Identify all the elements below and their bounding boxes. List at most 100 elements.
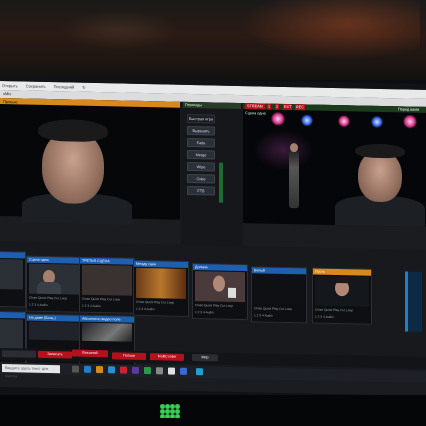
input-title: Пусть (313, 268, 371, 276)
tile-numbers[interactable]: 1 2 3 4 Audio (29, 303, 79, 310)
app-icon[interactable] (132, 366, 139, 374)
multicorder-button[interactable]: MultiCorder (150, 353, 184, 361)
stream-2[interactable]: 2 (275, 103, 280, 110)
merge-button[interactable]: Merge (187, 149, 215, 160)
app-icon[interactable] (156, 367, 163, 375)
screen: Открыть Сохранить Последний ↻ vMix Превь… (0, 81, 426, 396)
input-title: ТРЕТЬЯ СЦЕНА (80, 257, 134, 265)
menu-last[interactable]: Последний (54, 84, 75, 89)
stage-light-blue (301, 114, 313, 127)
monitor-bezel (0, 395, 426, 426)
input-thumbnail (136, 267, 186, 299)
input-thumbnail (82, 322, 132, 342)
tile-numbers[interactable]: 1 2 3 4 Audio (315, 315, 369, 322)
input-title: Белый (252, 267, 306, 275)
stage-light-pink-2 (338, 115, 350, 128)
task-view-icon[interactable] (72, 365, 79, 373)
thumb-cap (335, 278, 349, 284)
input-thumbnail (0, 258, 23, 290)
app-icon[interactable] (180, 367, 187, 375)
ext-status[interactable]: EXT (283, 103, 293, 111)
fade-button[interactable]: Fade (187, 137, 215, 148)
quick-play-label[interactable]: Быстрая игра (187, 113, 215, 124)
input-thumbnail (82, 264, 132, 296)
status-leds (160, 404, 180, 418)
transition-controls: Переходы Быстрая игра Вырезать Fade Merg… (181, 101, 243, 254)
tile-controls[interactable]: Close Quick Play Cut Loop (315, 308, 369, 315)
input-thumbnail (0, 318, 23, 350)
input-title: Сцена одна (27, 256, 81, 264)
transitions-header: Переходы (183, 101, 241, 110)
thumb-object (228, 287, 236, 298)
ftb-button[interactable]: FTB (187, 185, 215, 196)
output-scene-label: Сцена одна (245, 111, 266, 116)
thumb-person (213, 275, 225, 292)
tile-controls[interactable]: Close Quick Play Cut Loop (195, 303, 245, 310)
input-tile[interactable]: Долина Close Quick Play Cut Loop 1 2 3 4… (192, 263, 248, 321)
person-cap (38, 118, 108, 143)
tile-numbers[interactable]: 1 2 3 4 Audio (82, 304, 132, 311)
input-tile[interactable]: Белый Close Quick Play Cut Loop 1 2 3 4 … (251, 266, 307, 324)
tile-numbers[interactable]: 1 2 3 4 Audio (254, 313, 304, 320)
input-thumbnail (29, 321, 79, 341)
stage-light-pink-3 (403, 114, 417, 129)
input-thumbnail (195, 271, 245, 303)
stage-light-glow (240, 0, 420, 60)
tile-controls[interactable]: Close Quick Play Cut Loop (29, 296, 79, 303)
preview-label: Превью (3, 99, 18, 105)
output-right-label: Перед вами (398, 107, 420, 112)
stream-status[interactable]: STREAM (245, 103, 265, 110)
ambient-glow (60, 10, 180, 50)
t-bar-slider[interactable] (219, 162, 223, 203)
input-tile[interactable]: Пусть Close Quick Play Cut Loop 1 2 3 4 … (312, 267, 372, 325)
edge-icon[interactable] (84, 365, 91, 373)
preview-panel[interactable]: Превью (0, 98, 180, 225)
input-title (0, 311, 25, 319)
input-thumbnail (315, 275, 369, 307)
record-button[interactable]: Записать (38, 350, 72, 359)
input-thumbnail (254, 274, 304, 306)
tile-controls[interactable]: Close Quick Play Cut Loop (82, 297, 132, 304)
tile-numbers[interactable]: 1 2 3 4 Audio (136, 307, 186, 314)
app-icon[interactable] (144, 367, 151, 375)
menu-save[interactable]: Сохранить (26, 84, 46, 89)
app-title: vMix (3, 91, 12, 97)
input-title: На даже (Боль.) (27, 314, 81, 322)
input-thumbnail (29, 263, 79, 295)
presenter-head (290, 143, 298, 153)
stage-light-pink (271, 111, 285, 126)
input-title: Абсолютно видео поле (80, 315, 134, 323)
input-title: Между сцен (134, 260, 188, 268)
app-icon[interactable] (168, 367, 175, 375)
tile-numbers[interactable]: 1 2 3 4 Audio (195, 310, 245, 317)
output-panel[interactable]: STREAM 1 2 EXT REC Перед вами Сцена одна (243, 103, 426, 227)
refresh-icon[interactable]: ↻ (82, 85, 85, 90)
tile-controls[interactable]: Close Quick Play Cut Loop (254, 306, 304, 313)
rec-status[interactable]: REC (295, 104, 306, 111)
world-button[interactable]: Мир (192, 354, 218, 362)
media-icon[interactable] (120, 366, 127, 374)
input-tile[interactable]: Сцена одна Close Quick Play Cut Loop 1 2… (26, 255, 82, 313)
wipe-button[interactable]: Wipe (187, 161, 215, 172)
vmix-icon[interactable] (196, 368, 203, 376)
audio-meter[interactable] (405, 271, 422, 332)
tile-controls[interactable]: Close Quick Play Cut Loop (136, 300, 186, 307)
monitor: Открыть Сохранить Последний ↻ vMix Превь… (0, 75, 426, 404)
menu-open[interactable]: Открыть (2, 83, 18, 88)
external-button[interactable]: Внешний (72, 349, 108, 358)
presenter-figure (289, 150, 299, 209)
stream-1[interactable]: 1 (267, 103, 272, 110)
input-title: Долина (193, 264, 247, 272)
input-title (0, 251, 25, 259)
store-icon[interactable] (108, 366, 115, 374)
taskbar-search[interactable]: Введите здесь текст для поиска (2, 364, 60, 378)
stage-backdrop (253, 129, 313, 171)
settings-bar[interactable] (2, 350, 36, 358)
input-tile[interactable]: Между сцен Close Quick Play Cut Loop 1 2… (133, 259, 189, 317)
cube-button[interactable]: Cube (187, 173, 215, 184)
stream-button[interactable]: Потоки (112, 352, 146, 361)
input-tile[interactable]: ТРЕТЬЯ СЦЕНА Close Quick Play Cut Loop 1… (79, 256, 135, 314)
folder-icon[interactable] (96, 366, 103, 374)
cut-button[interactable]: Вырезать (187, 125, 215, 136)
input-tile[interactable] (0, 250, 26, 308)
